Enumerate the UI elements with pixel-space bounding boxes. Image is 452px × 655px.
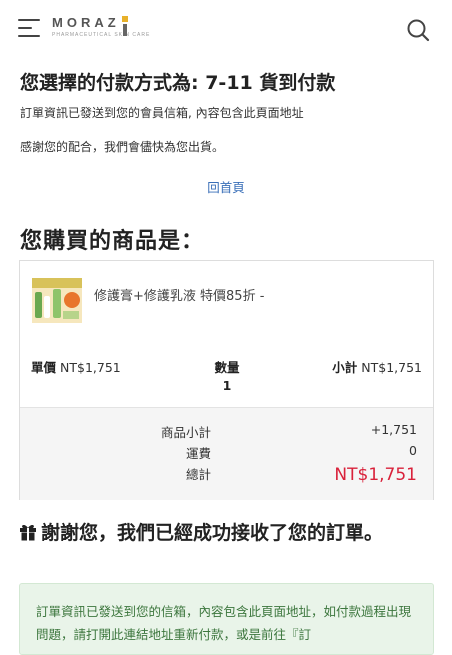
- total-label: 總計: [185, 467, 211, 482]
- unit-price-value: NT$1,751: [60, 360, 121, 375]
- hamburger-menu-icon[interactable]: [18, 17, 42, 39]
- payment-method-title: 您選擇的付款方式為: 7-11 貨到付款: [20, 72, 336, 94]
- unit-price: 單價 NT$1,751: [31, 357, 121, 376]
- quantity-label: 數量: [214, 360, 240, 375]
- payment-notice-alert: 訂單資訊已發送到您的信箱，內容包含此頁面地址，如付款過程出現問題，請打開此連結地…: [19, 583, 434, 655]
- site-header: MORAZ PHARMACEUTICAL SKIN CARE: [0, 0, 452, 58]
- product-name[interactable]: 修護膏+修護乳液 特價85折 -: [94, 285, 264, 304]
- order-received-message: 謝謝您，我們已經成功接收了您的訂單。: [41, 522, 384, 544]
- total-value: NT$1,751: [334, 465, 417, 485]
- unit-price-label: 單價: [31, 360, 57, 375]
- item-subtotal: 小計 NT$1,751: [332, 357, 422, 376]
- logo-tagline: PHARMACEUTICAL SKIN CARE: [52, 32, 151, 38]
- shipping-value: 0: [409, 443, 417, 458]
- item-subtotal-label: 小計: [332, 360, 358, 375]
- logo-accent-square: [122, 16, 128, 22]
- shipping-label: 運費: [185, 446, 211, 461]
- product-thumbnail[interactable]: [32, 278, 82, 323]
- order-summary: 商品小計 +1,751 運費 0 總計 NT$1,751: [20, 407, 433, 500]
- logo-mark: [123, 24, 127, 36]
- order-received-heading: 謝謝您，我們已經成功接收了您的訂單。: [19, 518, 434, 548]
- items-subtotal-label: 商品小計: [160, 425, 211, 440]
- back-to-home-link[interactable]: 回首頁: [0, 177, 452, 196]
- order-info-text: 訂單資訊已發送到您的會員信箱, 內容包含此頁面地址: [20, 106, 304, 120]
- item-subtotal-value: NT$1,751: [361, 360, 422, 375]
- gift-icon: [20, 524, 36, 541]
- thank-you-cooperation-text: 感謝您的配合，我們會儘快為您出貨。: [20, 140, 225, 154]
- quantity-value: 1: [222, 378, 232, 393]
- site-logo[interactable]: MORAZ PHARMACEUTICAL SKIN CARE: [52, 15, 149, 43]
- purchased-items-title: 您購買的商品是：: [20, 229, 205, 254]
- order-item-card: 修護膏+修護乳液 特價85折 - 單價 NT$1,751 數量 1 小計 NT$…: [19, 260, 434, 500]
- search-icon[interactable]: [406, 18, 430, 42]
- items-subtotal-value: +1,751: [370, 422, 417, 437]
- payment-notice-text: 訂單資訊已發送到您的信箱，內容包含此頁面地址，如付款過程出現問題，請打開此連結地…: [36, 604, 412, 642]
- logo-text: MORAZ: [52, 15, 120, 30]
